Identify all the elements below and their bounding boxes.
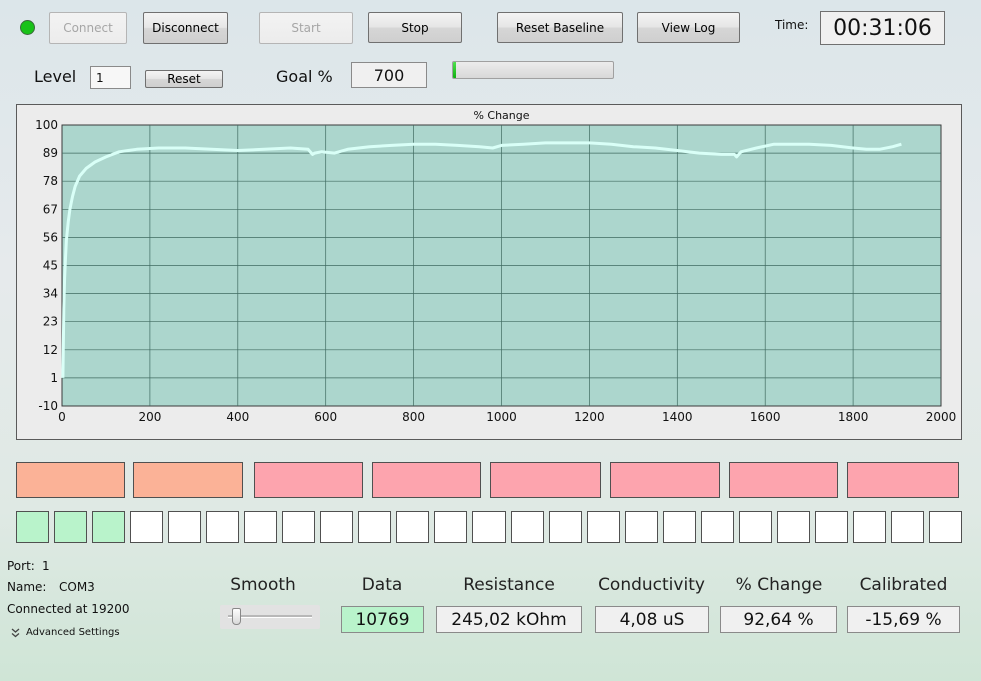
percent-change-chart-panel: % Change 0 200 400 600 800 1000 1200 1400 1600 180…: [16, 104, 962, 440]
indicator-bar: [372, 462, 481, 498]
x-tick-label: 0: [58, 410, 66, 424]
x-tick-label: 1200: [574, 410, 605, 424]
advanced-settings-toggle[interactable]: Advanced Settings: [11, 627, 120, 638]
goal-progress-fill: [453, 62, 457, 78]
connect-button[interactable]: Connect: [49, 12, 127, 44]
indicator-bar: [610, 462, 720, 498]
indicator-cell: [130, 511, 164, 543]
port-value: 1: [42, 559, 50, 573]
indicator-cell: [776, 511, 810, 543]
indicator-cell: [54, 511, 88, 543]
level-label: Level: [34, 67, 77, 86]
disconnect-button[interactable]: Disconnect: [143, 12, 228, 44]
indicator-cell: [662, 511, 696, 543]
resistance-label: Resistance: [463, 575, 555, 595]
x-tick-label: 400: [226, 410, 249, 424]
indicator-bar: [16, 462, 125, 498]
view-log-button[interactable]: View Log: [637, 12, 740, 43]
percent-change-label: % Change: [735, 575, 823, 595]
indicator-cell: [168, 511, 202, 543]
indicator-bar: [133, 462, 243, 498]
resistance-display: 245,02 kOhm: [436, 606, 582, 633]
indicator-bar: [729, 462, 838, 498]
conductivity-display: 4,08 uS: [595, 606, 709, 633]
x-tick-label: 200: [138, 410, 161, 424]
smooth-slider-thumb[interactable]: [231, 608, 241, 625]
data-display: 10769: [341, 606, 424, 633]
indicator-bar: [847, 462, 959, 498]
data-label: Data: [361, 575, 403, 595]
indicator-cell: [852, 511, 886, 543]
percent-change-chart: % Change 0 200 400 600 800 1000 1200 1400 1600 180…: [35, 109, 957, 424]
advanced-settings-label: Advanced Settings: [26, 627, 120, 638]
y-tick-label: 34: [43, 287, 58, 301]
indicator-cell: [206, 511, 240, 543]
name-label: Name:: [7, 580, 47, 594]
y-tick-label: 78: [43, 174, 58, 188]
x-tick-label: 1600: [750, 410, 781, 424]
level-reset-button[interactable]: Reset: [145, 70, 223, 88]
smooth-slider[interactable]: [220, 605, 320, 629]
y-tick-label: 67: [43, 202, 58, 216]
indicator-cell: [814, 511, 848, 543]
indicator-cell: [358, 511, 392, 543]
indicator-cell: [320, 511, 354, 543]
x-tick-label: 800: [402, 410, 425, 424]
indicator-bar: [490, 462, 601, 498]
connection-status-text: Connected at 19200: [7, 602, 130, 616]
time-label: Time:: [775, 18, 809, 32]
indicator-cell: [928, 511, 962, 543]
calibrated-label: Calibrated: [859, 575, 948, 595]
connection-status-indicator: [20, 20, 35, 35]
indicator-cell: [548, 511, 582, 543]
goal-progress-bar: [452, 61, 614, 79]
chart-title: % Change: [473, 109, 529, 122]
percent-change-display: 92,64 %: [720, 606, 837, 633]
x-tick-label: 1800: [838, 410, 869, 424]
goal-input[interactable]: 700: [351, 62, 427, 88]
indicator-cell: [624, 511, 658, 543]
x-tick-label: 600: [314, 410, 337, 424]
smooth-label: Smooth: [230, 575, 296, 595]
indicator-cell: [700, 511, 734, 543]
x-tick-label: 1000: [486, 410, 517, 424]
y-tick-label: 56: [43, 230, 58, 244]
indicator-cell: [282, 511, 316, 543]
y-tick-label: 45: [43, 259, 58, 273]
x-tick-label: 2000: [926, 410, 957, 424]
indicator-cell: [738, 511, 772, 543]
y-tick-label: 89: [43, 146, 58, 160]
y-tick-label: 12: [43, 343, 58, 357]
indicator-cell: [510, 511, 544, 543]
indicator-cell: [472, 511, 506, 543]
indicator-cell: [92, 511, 126, 543]
y-tick-label: -10: [38, 399, 58, 413]
y-tick-label: 23: [43, 315, 58, 329]
indicator-cell: [890, 511, 924, 543]
port-label: Port:: [7, 559, 35, 573]
conductivity-label: Conductivity: [598, 575, 705, 595]
stop-button[interactable]: Stop: [368, 12, 462, 43]
level-input[interactable]: 1: [90, 66, 131, 89]
indicator-bar: [254, 462, 363, 498]
time-display: 00:31:06: [820, 11, 945, 45]
x-tick-label: 1400: [662, 410, 693, 424]
start-button[interactable]: Start: [259, 12, 353, 44]
indicator-cell: [396, 511, 430, 543]
indicator-cell: [434, 511, 468, 543]
indicator-cell: [586, 511, 620, 543]
reset-baseline-button[interactable]: Reset Baseline: [497, 12, 623, 43]
y-tick-label: 100: [35, 118, 58, 132]
double-chevron-down-icon: [11, 628, 20, 637]
name-value: COM3: [59, 580, 95, 594]
goal-label: Goal %: [276, 67, 333, 86]
indicator-cell: [16, 511, 50, 543]
calibrated-display: -15,69 %: [847, 606, 960, 633]
indicator-cell: [244, 511, 278, 543]
y-tick-label: 1: [50, 371, 58, 385]
